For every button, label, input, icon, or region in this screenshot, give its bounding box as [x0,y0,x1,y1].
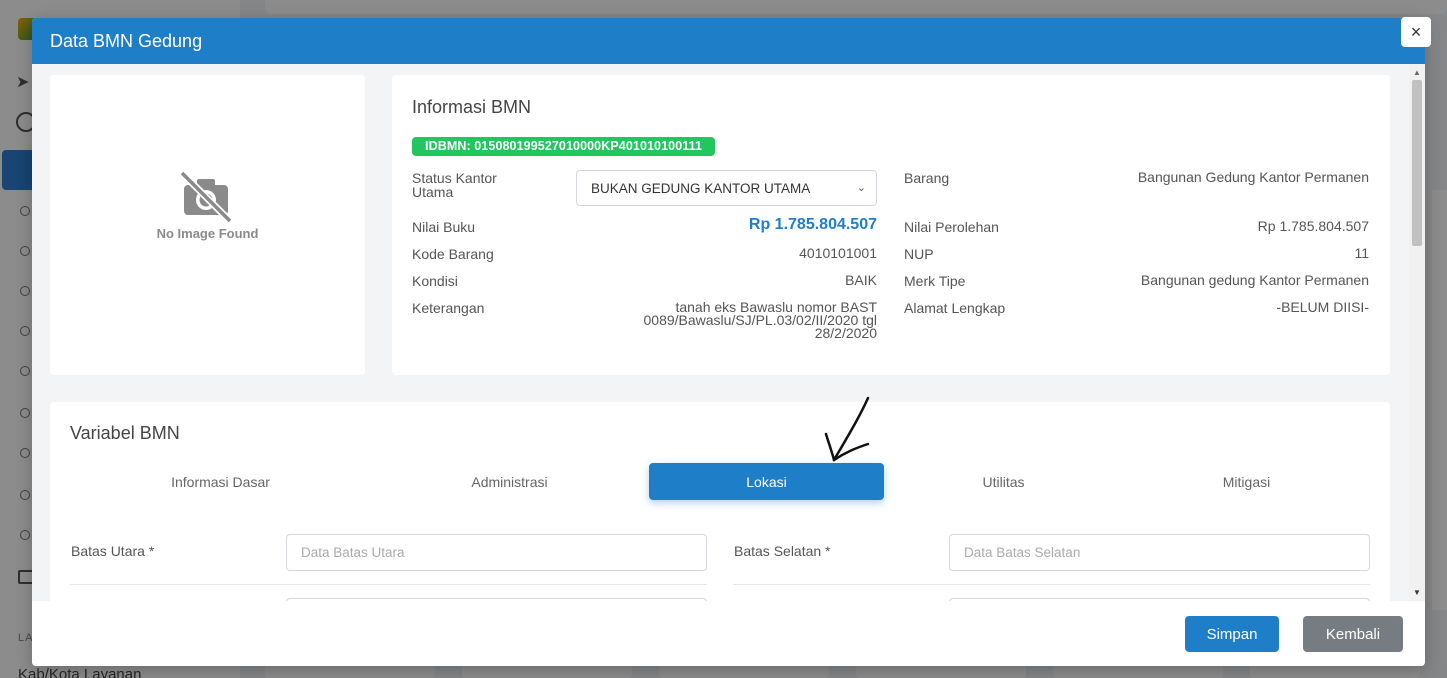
alamat-lengkap-label: Alamat Lengkap [904,300,1006,316]
scroll-thumb[interactable] [1412,80,1422,246]
modal-title: Data BMN Gedung [50,30,203,51]
kondisi-value: BAIK [845,272,877,288]
alamat-lengkap-value: -BELUM DIISI- [1276,299,1369,315]
variabel-bmn-title: Variabel BMN [70,423,180,443]
simpan-button[interactable]: Simpan [1185,616,1279,652]
tab-utilitas[interactable]: Utilitas [886,463,1121,500]
barang-value: Bangunan Gedung Kantor Permanen [1137,169,1369,185]
modal-scrollbar[interactable]: ▲ ▼ [1409,64,1425,601]
merk-tipe-label: Merk Tipe [904,273,966,289]
tab-informasi-dasar[interactable]: Informasi Dasar [103,463,338,500]
batas-utara-label: Batas Utara * [71,543,155,559]
keterangan-label: Keterangan [412,300,485,316]
keterangan-value: tanah eks Bawaslu nomor BAST 0089/Bawasl… [643,299,878,341]
kembali-button[interactable]: Kembali [1303,616,1403,652]
nup-label: NUP [904,246,934,262]
informasi-bmn-card: Informasi BMN IDBMN: 015080199527010000K… [392,75,1390,375]
kode-barang-label: Kode Barang [412,246,494,262]
chevron-down-icon: ⌄ [856,182,866,194]
batas-selatan-input[interactable] [949,534,1370,571]
nup-value: 11 [1354,245,1369,261]
field-divider [70,584,707,585]
status-kantor-value: BUKAN GEDUNG KANTOR UTAMA [591,180,811,196]
batas-selatan-label: Batas Selatan * [734,543,831,559]
no-image-text: No Image Found [156,226,259,241]
modal-body: No Image Found Informasi BMN IDBMN: 0150… [32,64,1425,601]
informasi-bmn-title: Informasi BMN [412,97,532,117]
kondisi-label: Kondisi [412,273,458,289]
close-button[interactable]: × [1401,17,1431,47]
nilai-perolehan-value: Rp 1.785.804.507 [1257,218,1369,234]
bmn-modal: Data BMN Gedung No Image Found Informasi… [32,18,1425,666]
scroll-down-icon[interactable]: ▼ [1413,588,1421,597]
tab-lokasi[interactable]: Lokasi [649,463,884,500]
modal-footer: Simpan Kembali [32,601,1425,666]
annotation-arrow-icon [824,396,870,462]
merk-tipe-value: Bangunan gedung Kantor Permanen [1140,272,1369,288]
no-camera-icon [179,170,233,224]
idbmn-badge: IDBMN: 015080199527010000KP401010100111 [412,137,716,156]
batas-utara-input[interactable] [286,534,707,571]
nilai-buku-value: Rp 1.785.804.507 [748,216,877,233]
nilai-buku-label: Nilai Buku [412,219,476,235]
modal-header: Data BMN Gedung [32,18,1425,64]
tab-mitigasi[interactable]: Mitigasi [1129,463,1364,500]
kode-barang-value: 4010101001 [799,245,877,261]
image-card: No Image Found [50,75,365,375]
field-divider [733,584,1370,585]
status-kantor-label: Status Kantor Utama [412,170,497,200]
status-kantor-select[interactable]: BUKAN GEDUNG KANTOR UTAMA ⌄ [576,170,877,206]
nilai-perolehan-label: Nilai Perolehan [904,219,999,235]
scroll-up-icon[interactable]: ▲ [1413,68,1421,77]
tab-administrasi[interactable]: Administrasi [392,463,627,500]
variabel-bmn-card: Variabel BMN Informasi Dasar Administras… [50,402,1390,601]
close-icon: × [1410,21,1422,42]
barang-label: Barang [904,170,950,186]
